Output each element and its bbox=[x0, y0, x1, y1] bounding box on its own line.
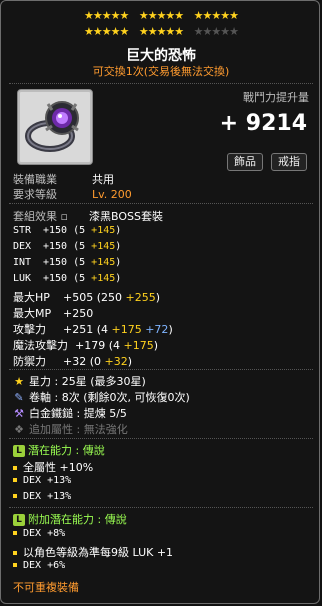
scroll-row: ✎ 卷軸 : 8次 (剩餘0次, 可恢復0次) bbox=[14, 391, 190, 404]
stat-int: INT +150 (5 +145) bbox=[13, 257, 122, 268]
star-icon: ★★★★★ bbox=[193, 9, 239, 22]
item-icon-box bbox=[17, 89, 93, 165]
legendary-badge-icon: L bbox=[13, 514, 25, 526]
job-value: 共用 bbox=[92, 173, 114, 186]
stat-defense: 防禦力 +32 (0 +32) bbox=[13, 355, 133, 368]
star-icon: ★★★★★ bbox=[84, 25, 129, 38]
item-tooltip: ★★★★★ ★★★★★ ★★★★★ ★★★★★ ★★★★★ ★★★★★ 巨大的恐… bbox=[0, 0, 320, 604]
divider bbox=[9, 203, 313, 204]
empty-star-icon: ★★★★★ bbox=[193, 25, 239, 38]
category-accessory: 飾品 bbox=[227, 153, 263, 171]
job-label: 裝備職業 bbox=[13, 173, 57, 186]
power-value: + 9214 bbox=[219, 111, 307, 136]
set-value: 漆黑BOSS套裝 bbox=[88, 210, 163, 223]
divider bbox=[9, 507, 313, 508]
lock-icon: ▫ bbox=[60, 210, 68, 223]
extra-option-icon: ❖ bbox=[14, 423, 24, 436]
bonus-potential-line: DEX +6% bbox=[13, 560, 65, 571]
trade-note: 可交換1次(交易後無法交換) bbox=[92, 65, 230, 78]
hammer-row: ⚒ 白金鐵鎚 : 提煉 5/5 bbox=[14, 407, 127, 420]
scroll-icon: ✎ bbox=[14, 391, 24, 404]
level-label: 要求等級 bbox=[13, 188, 57, 201]
set-label: 套組效果 bbox=[13, 210, 57, 223]
category-ring: 戒指 bbox=[271, 153, 307, 171]
bonus-potential-line: DEX +8% bbox=[13, 528, 65, 539]
stat-luk: LUK +150 (5 +145) bbox=[13, 273, 122, 284]
divider bbox=[9, 438, 313, 439]
stat-maxmp: 最大MP +250 bbox=[13, 307, 94, 320]
divider bbox=[9, 369, 313, 370]
job-row: 裝備職業 共用 bbox=[13, 171, 114, 187]
power-label: 戰鬥力提升量 bbox=[243, 91, 309, 104]
potential-line: 全屬性 +10% bbox=[13, 459, 93, 475]
divider bbox=[9, 83, 313, 84]
star-icon: ★ bbox=[14, 375, 24, 388]
level-row: 要求等級 Lv. 200 bbox=[13, 186, 132, 202]
star-row-2: ★★★★★ ★★★★★ ★★★★★ bbox=[1, 25, 321, 38]
set-row: 套組效果 ▫ 漆黑BOSS套裝 bbox=[13, 208, 163, 224]
bonus-potential-header: L 附加潛在能力 : 傳說 bbox=[13, 511, 127, 527]
extra-option-row: ❖ 追加屬性 : 無法強化 bbox=[14, 423, 128, 436]
star-icon: ★★★★★ bbox=[138, 25, 184, 38]
level-value: Lv. 200 bbox=[92, 188, 132, 201]
stat-maxhp: 最大HP +505 (250 +255) bbox=[13, 291, 161, 304]
unique-equip-note: 不可重複裝備 bbox=[13, 581, 79, 594]
stat-attack: 攻擊力 +251 (4 +175 +72) bbox=[13, 323, 173, 336]
stat-dex: DEX +150 (5 +145) bbox=[13, 241, 122, 252]
star-row-1: ★★★★★ ★★★★★ ★★★★★ bbox=[1, 9, 321, 22]
ring-icon bbox=[25, 101, 79, 152]
stat-str: STR +150 (5 +145) bbox=[13, 225, 122, 236]
legendary-badge-icon: L bbox=[13, 445, 25, 457]
starforce-row: ★ 星力 : 25星 (最多30星) bbox=[14, 375, 146, 388]
hammer-icon: ⚒ bbox=[14, 407, 24, 420]
bonus-potential-line: 以角色等級為準每9級 LUK +1 bbox=[13, 544, 173, 560]
star-icon: ★★★★★ bbox=[138, 9, 184, 22]
potential-header: L 潛在能力 : 傳說 bbox=[13, 442, 105, 458]
star-icon: ★★★★★ bbox=[84, 9, 129, 22]
potential-line: DEX +13% bbox=[13, 475, 71, 486]
stat-magic-attack: 魔法攻擊力 +179 (4 +175) bbox=[13, 339, 159, 352]
potential-line: DEX +13% bbox=[13, 491, 71, 502]
item-name: 巨大的恐怖 bbox=[126, 48, 196, 64]
